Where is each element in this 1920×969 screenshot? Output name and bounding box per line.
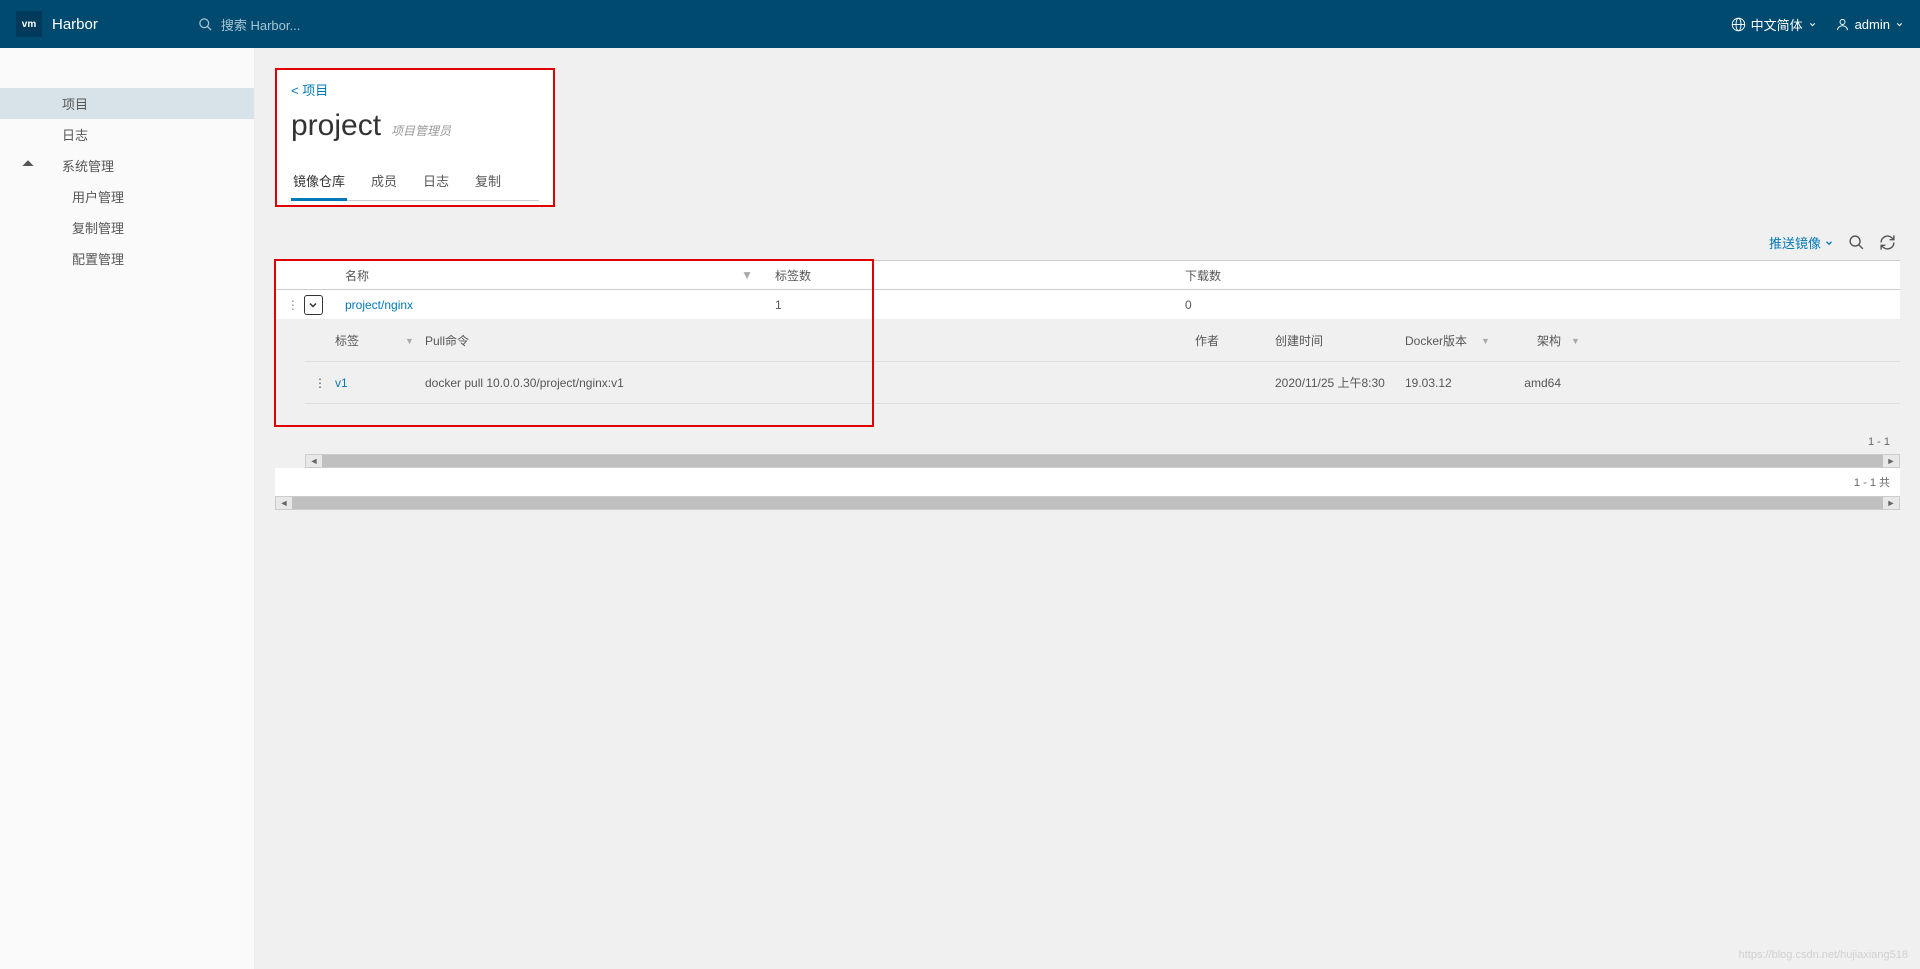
sub-col-arch[interactable]: 架构 bbox=[1501, 332, 1571, 349]
col-tags[interactable]: 标签数 bbox=[765, 267, 1175, 284]
tab-replication[interactable]: 复制 bbox=[473, 167, 503, 201]
pull-command: docker pull 10.0.0.30/project/nginx:v1 bbox=[425, 376, 1195, 390]
row-actions-icon[interactable]: ⋮ bbox=[305, 376, 335, 390]
header-right: 中文简体 admin bbox=[1731, 15, 1904, 34]
sidebar: 项目 日志 系统管理 用户管理 复制管理 配置管理 bbox=[0, 48, 255, 969]
breadcrumb[interactable]: < 项目 bbox=[291, 80, 539, 99]
filter-icon[interactable]: ▼ bbox=[1571, 336, 1591, 346]
horizontal-scrollbar[interactable]: ◄ ► bbox=[305, 454, 1900, 468]
arch: amd64 bbox=[1501, 376, 1571, 390]
sidebar-item-config[interactable]: 配置管理 bbox=[0, 243, 254, 274]
table-header: 名称 ▼ 标签数 下载数 bbox=[275, 260, 1900, 290]
filter-icon[interactable]: ▼ bbox=[741, 268, 753, 282]
tab-logs[interactable]: 日志 bbox=[421, 167, 451, 201]
push-label: 推送镜像 bbox=[1769, 233, 1821, 252]
inner-pagination: 1 - 1 bbox=[305, 430, 1900, 454]
chevron-down-icon bbox=[1824, 238, 1834, 248]
col-name-label: 名称 bbox=[345, 267, 369, 284]
language-selector[interactable]: 中文简体 bbox=[1731, 15, 1817, 34]
filter-icon[interactable]: ▼ bbox=[1481, 336, 1501, 346]
language-label: 中文简体 bbox=[1751, 15, 1803, 34]
user-icon bbox=[1835, 17, 1850, 32]
sub-col-tag[interactable]: 标签 bbox=[335, 332, 405, 349]
subtable-header: 标签 ▼ Pull命令 作者 创建时间 Docker版本 ▼ 架构 ▼ bbox=[305, 320, 1900, 362]
main-content: < 项目 project 项目管理员 镜像仓库 成员 日志 复制 推送镜像 bbox=[255, 48, 1920, 969]
subtable-row: ⋮ v1 docker pull 10.0.0.30/project/nginx… bbox=[305, 362, 1900, 404]
filter-icon[interactable]: ▼ bbox=[405, 336, 425, 346]
search-icon[interactable] bbox=[1848, 234, 1865, 251]
chevron-down-icon bbox=[1808, 20, 1817, 29]
search-icon bbox=[198, 17, 213, 32]
tab-members[interactable]: 成员 bbox=[369, 167, 399, 201]
tabs: 镜像仓库 成员 日志 复制 bbox=[291, 167, 539, 201]
sub-col-pull[interactable]: Pull命令 bbox=[425, 332, 1195, 349]
tags-count: 1 bbox=[765, 298, 1175, 312]
sidebar-item-replication[interactable]: 复制管理 bbox=[0, 212, 254, 243]
scroll-thumb[interactable] bbox=[292, 497, 1883, 509]
user-menu[interactable]: admin bbox=[1835, 17, 1904, 32]
globe-icon bbox=[1731, 17, 1746, 32]
logo: vm bbox=[16, 11, 42, 37]
tag-link[interactable]: v1 bbox=[335, 376, 348, 390]
sidebar-item-system[interactable]: 系统管理 bbox=[0, 150, 254, 181]
sub-col-docker[interactable]: Docker版本 bbox=[1405, 332, 1481, 349]
sidebar-item-projects[interactable]: 项目 bbox=[0, 88, 254, 119]
tab-repositories[interactable]: 镜像仓库 bbox=[291, 167, 347, 201]
header: vm Harbor 搜索 Harbor... 中文简体 admin bbox=[0, 0, 1920, 48]
col-name[interactable]: 名称 ▼ bbox=[335, 267, 765, 284]
refresh-icon[interactable] bbox=[1879, 234, 1896, 251]
scroll-thumb[interactable] bbox=[322, 455, 1883, 467]
horizontal-scrollbar[interactable]: ◄ ► bbox=[275, 496, 1900, 510]
sub-col-created[interactable]: 创建时间 bbox=[1275, 332, 1405, 349]
expand-button[interactable] bbox=[304, 295, 323, 315]
project-header-highlight: < 项目 project 项目管理员 镜像仓库 成员 日志 复制 bbox=[275, 68, 555, 207]
sidebar-item-users[interactable]: 用户管理 bbox=[0, 181, 254, 212]
sub-col-author[interactable]: 作者 bbox=[1195, 332, 1275, 349]
search-input[interactable]: 搜索 Harbor... bbox=[198, 15, 300, 34]
watermark: https://blog.csdn.net/hujiaxiang518 bbox=[1739, 949, 1908, 961]
docker-version: 19.03.12 bbox=[1405, 376, 1481, 390]
push-image-button[interactable]: 推送镜像 bbox=[1769, 233, 1834, 252]
user-label: admin bbox=[1855, 17, 1890, 32]
toolbar: 推送镜像 bbox=[275, 233, 1900, 252]
brand: Harbor bbox=[52, 16, 98, 33]
sidebar-item-logs[interactable]: 日志 bbox=[0, 119, 254, 150]
chevron-down-icon bbox=[1895, 20, 1904, 29]
scroll-right-icon[interactable]: ► bbox=[1883, 498, 1899, 508]
created-time: 2020/11/25 上午8:30 bbox=[1275, 374, 1405, 391]
row-actions-icon[interactable]: ⋮ bbox=[281, 298, 304, 312]
chevron-down-icon bbox=[307, 299, 319, 311]
pulls-count: 0 bbox=[1175, 298, 1900, 312]
search-placeholder: 搜索 Harbor... bbox=[221, 15, 300, 34]
table-row: ⋮ project/nginx 1 0 bbox=[275, 290, 1900, 320]
page-title: project bbox=[291, 109, 381, 143]
repo-name-link[interactable]: project/nginx bbox=[345, 298, 413, 312]
scroll-left-icon[interactable]: ◄ bbox=[306, 456, 322, 466]
outer-pagination: 1 - 1 共 bbox=[275, 468, 1900, 496]
project-role: 项目管理员 bbox=[391, 122, 451, 139]
scroll-right-icon[interactable]: ► bbox=[1883, 456, 1899, 466]
col-pulls[interactable]: 下载数 bbox=[1175, 267, 1900, 284]
tags-subtable: 标签 ▼ Pull命令 作者 创建时间 Docker版本 ▼ 架构 ▼ ⋮ v1 bbox=[275, 320, 1900, 468]
repository-table: 名称 ▼ 标签数 下载数 ⋮ project/nginx 1 0 bbox=[275, 260, 1900, 510]
scroll-left-icon[interactable]: ◄ bbox=[276, 498, 292, 508]
